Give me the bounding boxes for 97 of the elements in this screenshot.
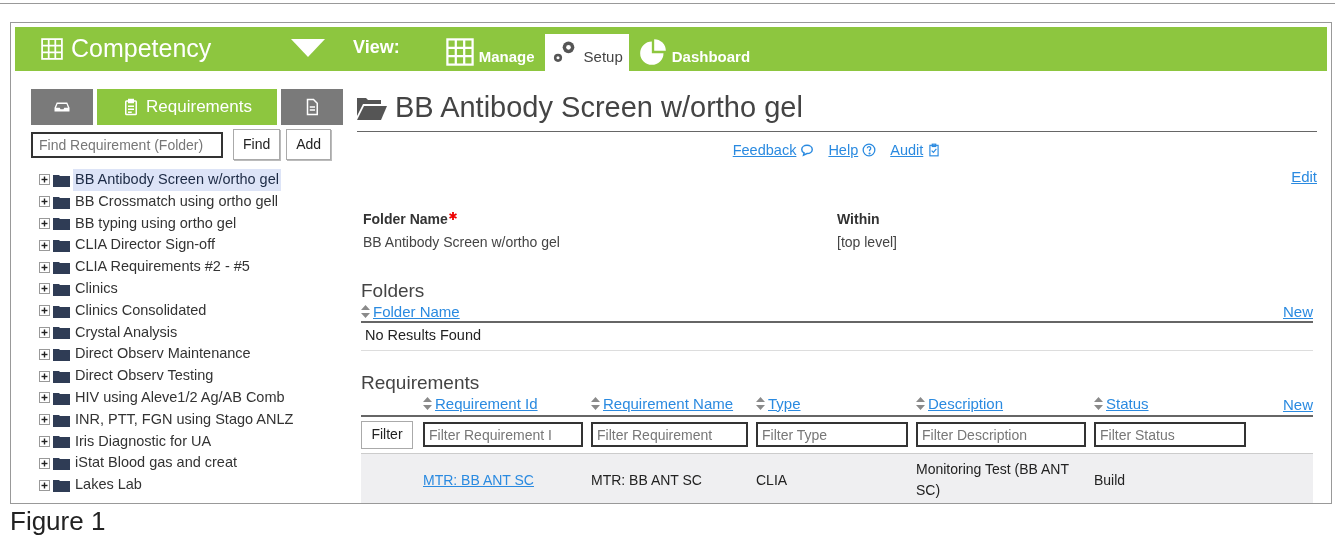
search-field[interactable]: Find Requirement (Folder) [31,131,223,158]
column-header[interactable]: Type [756,392,801,416]
view-label: View: [353,36,400,59]
folder-icon [53,194,70,209]
field-label: Within [837,209,880,229]
column-header[interactable]: Requirement Name [591,392,734,416]
tree-item[interactable]: Crystal Analysis [73,321,180,344]
folder-icon [53,303,70,318]
tree-item[interactable]: BB Antibody Screen w/ortho gel [73,169,281,191]
expand-icon[interactable] [39,239,50,251]
field-value: [top level] [837,232,898,252]
tree-item[interactable]: Clinics Consolidated [73,299,209,322]
table-cell: CLIA [756,471,788,488]
folder-icon [53,412,70,427]
folder-icon [53,347,70,362]
page-title: BB Antibody Screen w/ortho gel [395,90,803,125]
folder-icon [53,238,70,253]
open-folder-icon [357,95,387,120]
folder-icon [53,325,70,340]
expand-icon[interactable] [39,370,50,382]
folder-icon [53,478,70,493]
sidebar-tab[interactable] [31,89,93,125]
tree-item[interactable]: BB Crossmatch using ortho gell [73,190,281,213]
expand-icon[interactable] [39,305,50,317]
tree-item[interactable]: iStat Blood gas and creat [73,452,240,475]
filter-field[interactable]: Filter Type [756,422,908,448]
expand-icon[interactable] [39,435,50,447]
header-link[interactable]: Audit [890,139,942,162]
filter-field[interactable]: Filter Status [1094,422,1246,448]
folder-icon [53,456,70,471]
table-cell: MTR: BB ANT SC [591,471,702,488]
figure-caption: Figure 1 [10,505,107,536]
column-header[interactable]: Description [916,392,1004,416]
expand-icon[interactable] [39,218,50,229]
expand-icon[interactable] [39,261,50,273]
sidebar-tab[interactable] [281,89,343,125]
folder-icon [53,281,70,296]
speech-bubble-icon [800,143,815,158]
expand-icon[interactable] [39,174,50,186]
help-icon [862,143,877,158]
clipboard-check-icon [927,143,942,158]
new-link[interactable]: New [1283,393,1313,416]
filter-field[interactable]: Filter Description [916,422,1086,448]
column-header[interactable]: Folder Name [361,300,460,323]
folder-icon [53,260,70,275]
sort-icon[interactable] [756,397,765,411]
sort-icon[interactable] [591,397,600,411]
column-header[interactable]: Requirement Id [423,392,538,416]
sidebar-button[interactable]: Find [233,129,281,160]
pie-chart-icon [638,38,667,66]
tree-item[interactable]: Lakes Lab [73,474,144,496]
sort-icon[interactable] [916,397,925,411]
tree-item[interactable]: Clinics [73,278,120,300]
tree-item[interactable]: CLIA Requirements #2 - #5 [73,256,252,278]
section-title: Folders [361,278,426,303]
sort-icon[interactable] [361,305,370,319]
folder-icon [53,216,70,231]
tree-item[interactable]: CLIA Director Sign-off [73,234,217,257]
expand-icon[interactable] [39,457,50,469]
empty-message: No Results Found [361,322,1313,351]
filter-button[interactable]: Filter [361,420,413,449]
folder-icon [53,369,70,384]
tree-item[interactable]: Iris Diagnostic for UA [73,430,214,453]
expand-icon[interactable] [39,283,50,295]
expand-icon[interactable] [39,326,50,338]
table-cell: Monitoring Test (BB ANT SC) [916,460,1069,498]
app-title: Competency [71,33,212,65]
folder-icon [53,390,70,405]
filter-field[interactable]: Filter Requirement [591,422,748,448]
field-value: BB Antibody Screen w/ortho gel [363,232,561,252]
sidebar-button[interactable]: Add [286,129,332,160]
grid-icon [41,38,63,60]
expand-icon[interactable] [39,392,50,404]
field-label: Folder Name [363,209,448,229]
view-tab[interactable]: Setup [544,34,629,71]
sort-icon[interactable] [1094,397,1103,411]
header-link[interactable]: Help [828,139,877,162]
filter-field[interactable]: Filter Requirement I [423,422,583,448]
header-link[interactable]: Feedback [732,139,815,162]
expand-icon[interactable] [39,196,50,208]
folder-icon [53,172,70,187]
tree-item[interactable]: BB typing using ortho gel [73,212,239,235]
table-cell: Build [1094,471,1126,488]
new-link[interactable]: New [1283,300,1313,323]
tree-item[interactable]: Direct Observ Testing [73,365,216,387]
expand-icon[interactable] [39,479,50,491]
grid-icon [445,38,474,66]
tree-item[interactable]: Direct Observ Maintenance [73,343,253,366]
tree-item[interactable]: HIV using Aleve1/2 Ag/AB Comb [73,387,287,409]
edit-link[interactable]: Edit [1291,166,1317,189]
expand-icon[interactable] [39,348,50,360]
tree-item[interactable]: INR, PTT, FGN using Stago ANLZ [73,408,296,431]
expand-icon[interactable] [39,414,50,426]
sort-icon[interactable] [423,397,432,411]
folder-icon [53,434,70,449]
column-header[interactable]: Status [1094,392,1149,416]
section-title: Requirements [361,370,481,395]
